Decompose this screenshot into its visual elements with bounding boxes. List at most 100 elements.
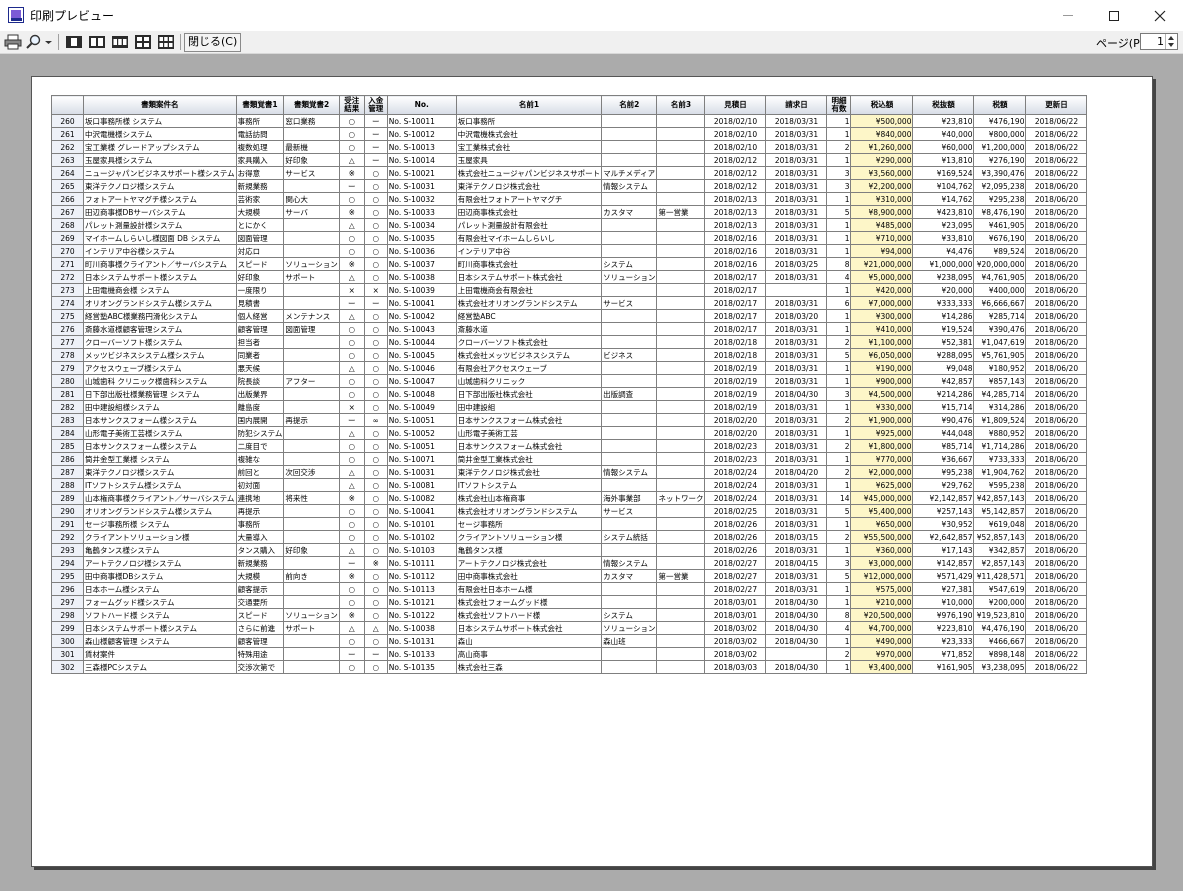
table-cell — [656, 556, 706, 570]
table-cell: 302 — [51, 660, 84, 674]
table-cell — [283, 634, 340, 648]
table-row: 265 東洋テクノロジ様システム 新規業務 ー ○ No. S-10031 東洋テクノロジ株… — [51, 179, 1088, 193]
stepper-arrows[interactable] — [1165, 34, 1177, 49]
table-cell — [601, 244, 658, 258]
table-cell: ¥571,429 — [912, 569, 975, 583]
table-cell — [656, 348, 706, 362]
table-cell — [765, 647, 828, 661]
chevron-down-icon[interactable] — [1168, 43, 1174, 47]
table-cell: 2018/02/13 — [704, 192, 767, 206]
table-cell: 2018/02/17 — [704, 283, 767, 297]
table-cell: ー — [363, 647, 388, 661]
table-row: 278 メッツビジネスシステム様システム 同業者 ○ ○ No. S-10045 株式会社メ… — [51, 348, 1088, 362]
table-row: 289 山本権商事様クライアント／サーバシステム 連携地 将来性 ※ ○ No. S-100… — [51, 491, 1088, 505]
table-cell: 情報システム — [601, 465, 658, 479]
table-cell: 2018/06/20 — [1025, 634, 1088, 648]
table-cell: お得意 — [235, 166, 285, 180]
table-cell: No. S-10013 — [386, 140, 457, 154]
table-cell: No. S-10044 — [386, 335, 457, 349]
table-cell: 東洋テクノロジ様システム — [83, 179, 237, 193]
table-cell: △ — [338, 218, 365, 232]
table-cell: 亀鶴タンス様 — [455, 543, 603, 557]
table-cell: ○ — [338, 439, 365, 453]
close-preview-button[interactable]: 閉じる(C) — [184, 33, 242, 52]
table-cell — [283, 647, 340, 661]
table-cell: ○ — [363, 582, 388, 596]
table-cell: 2018/06/20 — [1025, 244, 1088, 258]
table-cell — [656, 582, 706, 596]
table-cell: ○ — [363, 361, 388, 375]
page-number[interactable]: 1 — [1157, 35, 1164, 48]
minimize-button[interactable] — [1045, 0, 1091, 31]
table-cell: 2018/03/31 — [765, 179, 828, 193]
printer-icon[interactable] — [4, 34, 22, 50]
table-cell: ¥142,857 — [912, 556, 975, 570]
column-header: 明細 有数 — [826, 95, 852, 115]
table-cell — [601, 192, 658, 206]
table-row: 267 田辺商事様DBサーバシステム 大規模 サーバ ※ ○ No. S-10033 田辺商事… — [51, 205, 1088, 219]
chevron-down-icon[interactable] — [44, 34, 53, 50]
page-stepper[interactable]: 1 — [1140, 33, 1178, 50]
table-cell: 東洋テクノロジ株式会社 — [455, 465, 603, 479]
maximize-button[interactable] — [1091, 0, 1137, 31]
three-page-icon[interactable] — [111, 34, 129, 50]
table-cell — [601, 543, 658, 557]
table-cell: ¥800,000 — [973, 127, 1027, 141]
table-cell: 4 — [826, 621, 852, 635]
table-cell: 関心大 — [283, 192, 340, 206]
table-cell: ¥4,500,000 — [850, 387, 914, 401]
table-cell: 2018/06/20 — [1025, 517, 1088, 531]
table-cell: ー — [363, 127, 388, 141]
table-cell: 2018/03/31 — [765, 192, 828, 206]
table-cell: 4 — [826, 270, 852, 284]
table-cell — [656, 400, 706, 414]
table-cell: 有限会社アクセスウェーブ — [455, 361, 603, 375]
table-row: 281 日下部出版社様業務管理 システム 出版業界 ○ ○ No. S-10048 日下部出… — [51, 387, 1088, 401]
table-cell: 2018/03/31 — [765, 517, 828, 531]
table-cell: ¥3,400,000 — [850, 660, 914, 674]
table-cell: ¥770,000 — [850, 452, 914, 466]
table-cell: 2018/02/23 — [704, 452, 767, 466]
table-cell: ¥314,286 — [973, 400, 1027, 414]
table-cell: No. S-10048 — [386, 387, 457, 401]
table-cell — [656, 166, 706, 180]
magnifier-icon[interactable] — [26, 34, 42, 50]
table-cell: ¥1,904,762 — [973, 465, 1027, 479]
table-row: 276 斎藤水道様顧客管理システム 顧客管理 図面管理 ○ ○ No. S-10043 斎藤水… — [51, 322, 1088, 336]
table-cell: ー — [338, 179, 365, 193]
table-cell: 経営塾ABC — [455, 309, 603, 323]
table-cell: No. S-10133 — [386, 647, 457, 661]
table-cell: No. S-10038 — [386, 621, 457, 635]
close-window-button[interactable] — [1137, 0, 1183, 31]
table-cell — [283, 660, 340, 674]
table-cell: 279 — [51, 361, 84, 375]
two-page-icon[interactable] — [88, 34, 106, 50]
table-cell: 2018/03/31 — [765, 569, 828, 583]
table-cell — [656, 608, 706, 622]
table-cell: 2018/03/31 — [765, 166, 828, 180]
table-cell: ¥5,142,857 — [973, 504, 1027, 518]
six-page-icon[interactable] — [157, 34, 175, 50]
table-cell: ¥7,000,000 — [850, 296, 914, 310]
table-cell: ¥333,333 — [912, 296, 975, 310]
table-cell: 2018/06/20 — [1025, 491, 1088, 505]
table-cell: ¥1,800,000 — [850, 439, 914, 453]
table-cell: 2018/03/31 — [765, 582, 828, 596]
table-cell: 2018/03/31 — [765, 218, 828, 232]
four-page-icon[interactable] — [134, 34, 152, 50]
table-row: 263 玉屋家具様システム 家具購入 好印象 △ ー No. S-10014 玉屋家具 2018… — [51, 153, 1088, 167]
table-row: 279 アクセスウェーブ様システム 悪天候 △ ○ No. S-10046 有限会社アクセス… — [51, 361, 1088, 375]
table-cell: 1 — [826, 231, 852, 245]
table-cell: 2018/03/02 — [704, 621, 767, 635]
preview-area[interactable]: 書類案件名 書類覚書1 書類覚書2 受注 結果 入金 管理 No. 名前1 名前2 名前3 見積日 請求… — [4, 54, 1179, 886]
chevron-up-icon[interactable] — [1168, 36, 1174, 40]
table-row: 298 ソフトハード様 システム スピード ソリューション ※ ○ No. S-10122 株… — [51, 608, 1088, 622]
table-cell: ¥1,100,000 — [850, 335, 914, 349]
table-cell: 事務所 — [235, 517, 285, 531]
table-cell: No. S-10112 — [386, 569, 457, 583]
table-cell: △ — [338, 361, 365, 375]
table-cell: ¥19,523,810 — [973, 608, 1027, 622]
table-cell: 2018/03/31 — [765, 361, 828, 375]
one-page-icon[interactable] — [65, 34, 83, 50]
table-cell: ¥4,476 — [912, 244, 975, 258]
